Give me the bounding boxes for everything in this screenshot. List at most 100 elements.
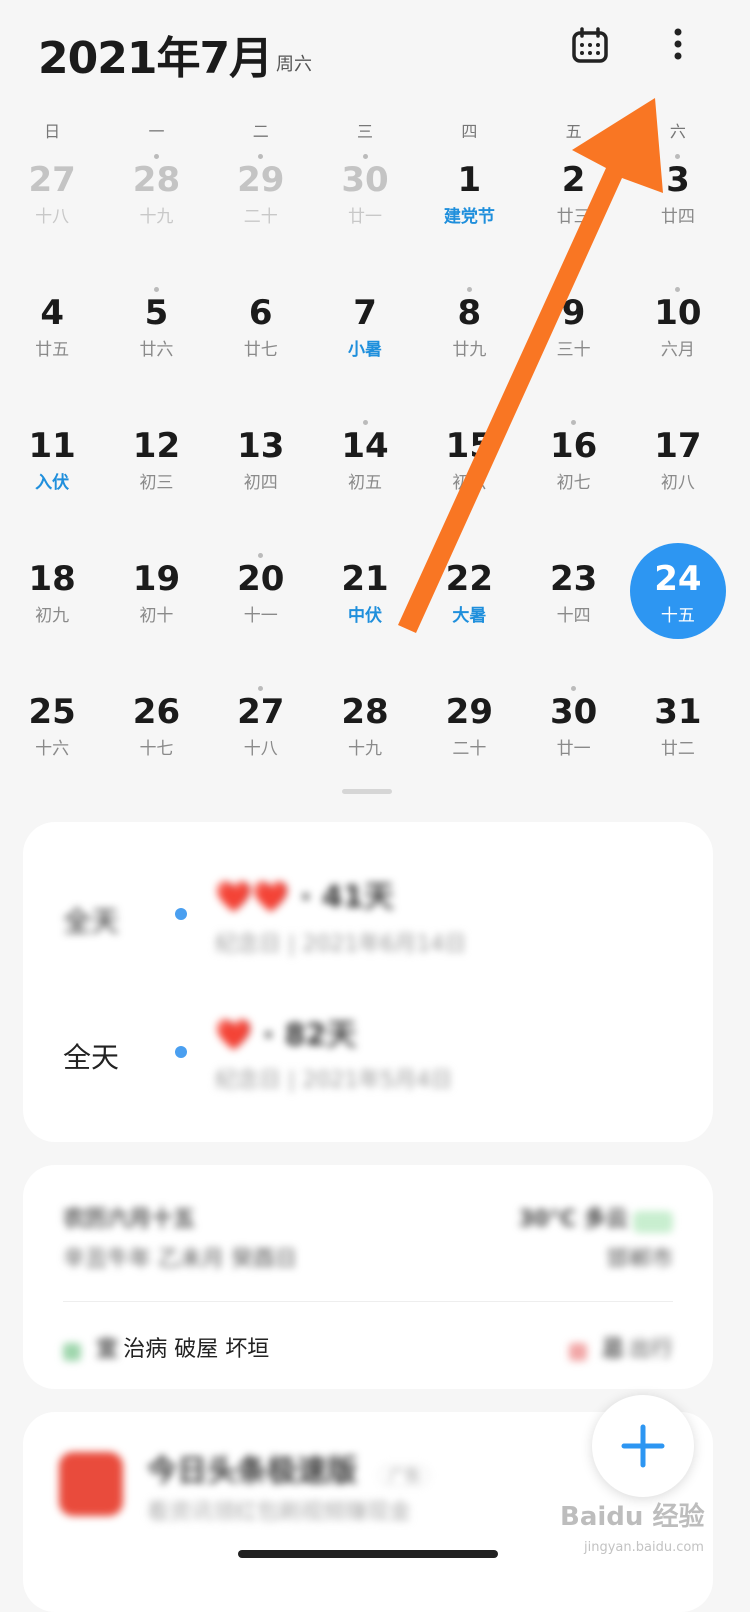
day-number: 7 [353,293,377,333]
event-indicator-dot [258,686,264,691]
weather-location: 邯郸市 [606,1247,673,1272]
calendar-day[interactable]: 29 二十 [209,150,313,283]
calendar-day[interactable]: 7 小暑 [313,283,417,416]
weekday-label: 日 [44,122,61,141]
calendar-day[interactable]: 13 初四 [209,416,313,549]
calendar-day[interactable]: 12 初三 [104,416,208,549]
festival-label: 入伏 [35,473,70,493]
app-name-text: 今日头条极速版 [147,1454,357,1489]
month-title[interactable]: 2021年7月 [38,22,273,86]
drag-handle[interactable] [342,789,392,794]
calendar-day[interactable]: 27 十八 [209,682,313,815]
lunar-date: 初六 [452,473,487,493]
calendar-day[interactable]: 2 廿三 [521,150,625,283]
lunar-date: 初三 [139,473,174,493]
day-number: 12 [132,426,181,466]
calendar-day[interactable]: 20 十一 [209,549,313,682]
calendar-today-icon[interactable] [570,26,614,70]
lunar-date: 二十 [243,207,278,227]
weather-text: 30°C 多云 [518,1207,628,1232]
day-number: 31 [654,692,702,732]
lunar-date: 初四 [243,473,278,493]
calendar-day[interactable]: 17 初八 [626,416,730,549]
calendar-day[interactable]: 26 十七 [104,682,208,815]
lunar-date: 廿三 [556,207,591,227]
day-number: 4 [40,293,64,333]
lunar-date: 廿五 [35,340,70,360]
day-number: 8 [457,293,482,333]
lunar-date: 十九 [139,207,174,227]
add-event-button[interactable] [592,1395,694,1497]
yi-label: 宜 [96,1337,119,1362]
lunar-date: 初七 [556,473,591,493]
ganzhi-date: 辛丑牛年 乙未月 癸酉日 [63,1247,297,1272]
calendar-day[interactable]: 5 廿六 [104,283,208,416]
yi-text: 治病 破屋 坏垣 [123,1337,270,1362]
ji-label: 忌 [601,1337,624,1362]
calendar-day[interactable]: 18 初九 [0,549,104,682]
calendar-day[interactable]: 11 入伏 [0,416,104,549]
more-options-icon[interactable] [670,26,714,70]
weekday-row: 日 一 二 三 四 五 六 [0,118,750,142]
lunar-date: 初五 [348,473,383,493]
day-number: 3 [666,160,690,200]
day-number: 27 [28,160,76,200]
calendar-day[interactable]: 3 廿四 [626,150,730,283]
calendar-day[interactable]: 31 廿二 [626,682,730,815]
ji-row: 忌 出行 [568,1331,673,1363]
day-number: 17 [654,426,702,466]
calendar-week-row: 27 十八 28 十九 29 二十 30 廿一 1 建党节 2 廿三 3 廿四 [0,150,750,283]
calendar-week-row: 25 十六 26 十七 27 十八 28 十九 29 二十 30 廿一 31 廿二 [0,682,750,815]
event-subtitle: 纪念日 | 2021年6月14日 [215,932,467,957]
event-indicator-dot [258,154,264,159]
calendar-day[interactable]: 16 初七 [521,416,625,549]
calendar-grid: 27 十八 28 十九 29 二十 30 廿一 1 建党节 2 廿三 3 廿四 4 廿五 5 廿六 6 廿七 7 小暑 8 廿… [0,150,750,815]
calendar-day[interactable]: 10 六月 [626,283,730,416]
calendar-day[interactable]: 30 廿一 [313,150,417,283]
calendar-day[interactable]: 6 廿七 [209,283,313,416]
day-number: 29 [237,160,285,200]
calendar-week-row: 18 初九 19 初十 20 十一 21 中伏 22 大暑 23 十四 24 十五 [0,543,750,682]
day-number: 24 [654,559,702,599]
calendar-day-today[interactable]: 24 十五 [626,543,730,682]
lunar-date: 初八 [660,473,695,493]
calendar-day[interactable]: 21 中伏 [313,549,417,682]
baidu-watermark-url: jingyan.baidu.com [584,1540,704,1555]
event-indicator-dot [466,287,472,292]
event-indicator-dot [153,287,159,292]
event-subtitle: 纪念日 | 2021年5月4日 [215,1068,453,1093]
home-indicator[interactable] [238,1550,498,1558]
calendar-day[interactable]: 27 十八 [0,150,104,283]
day-number: 2 [561,160,586,200]
event-time: 全天 [63,905,120,938]
day-number: 1 [457,160,482,200]
calendar-day[interactable]: 8 廿九 [417,283,521,416]
weekday-label: 三 [357,122,374,141]
day-number: 25 [28,692,76,732]
calendar-day[interactable]: 19 初十 [104,549,208,682]
calendar-day[interactable]: 23 十四 [521,549,625,682]
calendar-day[interactable]: 4 廿五 [0,283,104,416]
day-number: 19 [132,559,181,599]
calendar-day[interactable]: 30 廿一 [521,682,625,815]
calendar-day[interactable]: 29 二十 [417,682,521,815]
calendar-day[interactable]: 14 初五 [313,416,417,549]
day-number: 10 [654,293,702,333]
weekday-label: 六 [669,122,686,141]
divider [63,1301,673,1302]
yi-icon [63,1342,81,1361]
calendar-day[interactable]: 15 初六 [417,416,521,549]
calendar-day[interactable]: 28 十九 [104,150,208,283]
ji-icon [568,1342,587,1361]
calendar-day[interactable]: 9 三十 [521,283,625,416]
weekday-label: 二 [252,122,269,141]
day-number: 14 [341,426,389,466]
calendar-day[interactable]: 22 大暑 [417,549,521,682]
calendar-day[interactable]: 28 十九 [313,682,417,815]
almanac-card[interactable]: 农历六月十五 辛丑牛年 乙未月 癸酉日 30°C 多云 邯郸市 宜 治病 破屋 … [23,1165,713,1389]
calendar-day[interactable]: 25 十六 [0,682,104,815]
lunar-date: 十六 [35,739,70,759]
calendar-day[interactable]: 1 建党节 [417,150,521,283]
day-number: 16 [549,426,598,466]
event-indicator-dot [362,420,368,425]
